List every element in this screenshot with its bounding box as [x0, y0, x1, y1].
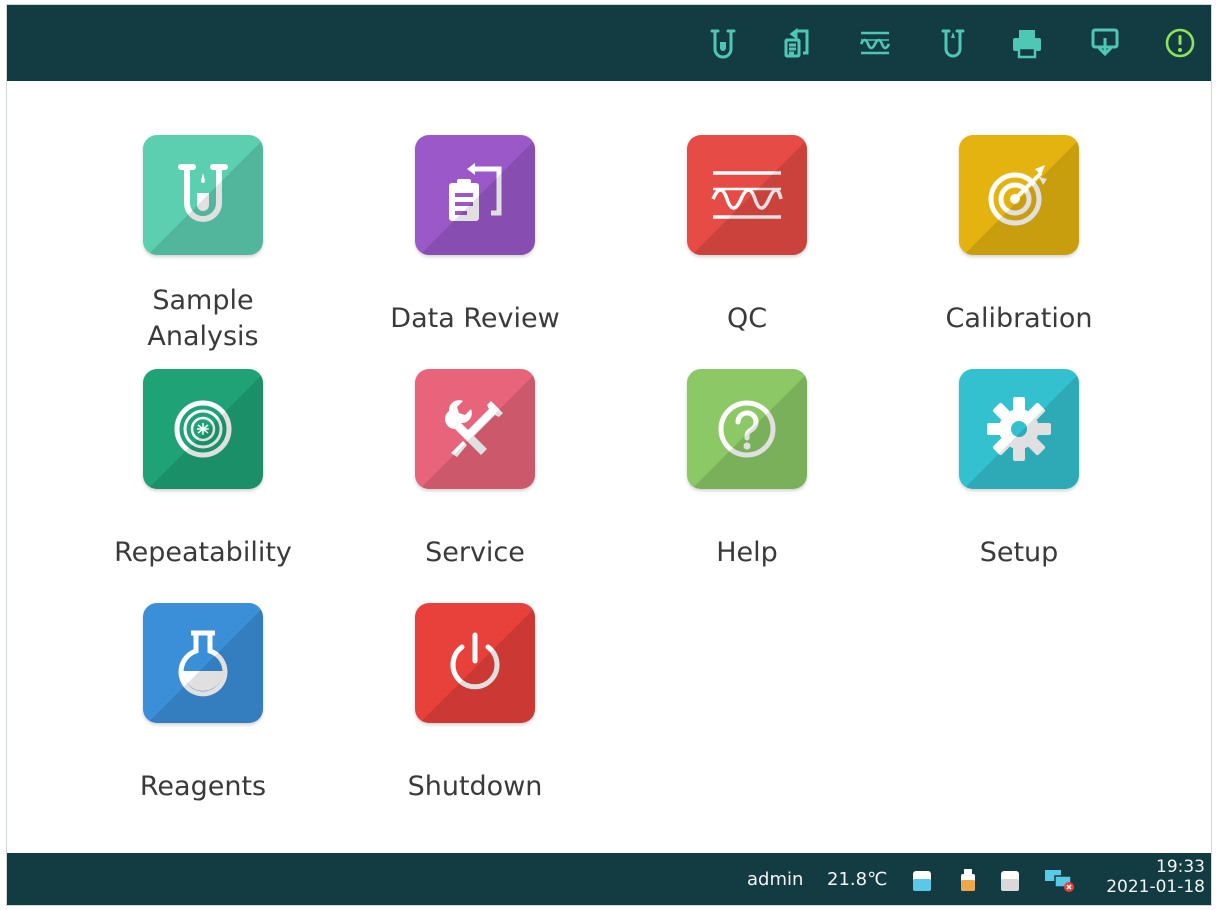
sample-tube-icon[interactable]: [933, 23, 973, 63]
service-app-icon[interactable]: [415, 369, 535, 489]
power-icon: [450, 632, 500, 690]
service-tile[interactable]: Service: [355, 369, 595, 579]
sample-analysis-app-icon[interactable]: [143, 135, 263, 255]
reagent-gray-bottle-icon[interactable]: [997, 867, 1023, 893]
setup-label: Setup: [979, 537, 1059, 568]
reagents-app-icon[interactable]: [143, 603, 263, 723]
question-icon: [718, 400, 776, 458]
target-icon: [988, 165, 1047, 226]
sample-analysis-icon[interactable]: [703, 23, 743, 63]
concentric-rings-icon: [174, 400, 232, 458]
top-toolbar: [7, 5, 1211, 81]
help-label: Help: [716, 537, 778, 568]
main-window: Sample Analysis Data Review QC Calibrati…: [6, 4, 1212, 906]
app-grid: Sample Analysis Data Review QC Calibrati…: [7, 81, 1211, 857]
help-app-icon[interactable]: [687, 369, 807, 489]
sample-analysis-tile[interactable]: Sample Analysis: [83, 135, 323, 352]
qc-app-icon[interactable]: [687, 135, 807, 255]
temperature-readout: 21.8℃: [827, 869, 888, 890]
alert-icon[interactable]: [1160, 23, 1200, 63]
reagents-label: Reagents: [139, 771, 267, 802]
shutdown-app-icon[interactable]: [415, 603, 535, 723]
data-review-icon[interactable]: [776, 23, 816, 63]
user-name: admin: [747, 869, 804, 890]
help-tile[interactable]: Help: [627, 369, 867, 579]
network-icon[interactable]: [1085, 23, 1125, 63]
clipboard-icon: [449, 163, 502, 221]
wrench-screwdriver-icon: [445, 400, 503, 457]
qc-label: QC: [726, 303, 768, 334]
network-disconnected-icon[interactable]: [1043, 867, 1075, 893]
qc-icon[interactable]: [855, 23, 895, 63]
calibration-app-icon[interactable]: [959, 135, 1079, 255]
data-review-app-icon[interactable]: [415, 135, 535, 255]
flask-icon: [178, 630, 228, 697]
reagent-orange-bottle-icon[interactable]: [955, 867, 981, 893]
gear-icon: [987, 397, 1051, 461]
status-bar: admin 21.8℃ 19:33 2021-01-18: [7, 853, 1211, 905]
reagents-tile[interactable]: Reagents: [83, 603, 323, 813]
shutdown-label: Shutdown: [407, 771, 543, 802]
printer-icon[interactable]: [1007, 23, 1047, 63]
data-review-tile[interactable]: Data Review: [355, 135, 595, 345]
setup-app-icon[interactable]: [959, 369, 1079, 489]
test-tube-icon: [178, 164, 228, 222]
data-review-label: Data Review: [390, 303, 560, 334]
repeatability-label: Repeatability: [114, 537, 292, 568]
repeatability-app-icon[interactable]: [143, 369, 263, 489]
clock-date: 2021-01-18: [1106, 877, 1205, 897]
clock-time: 19:33: [1156, 857, 1205, 877]
service-label: Service: [425, 537, 525, 568]
clock: 19:33 2021-01-18: [1106, 857, 1205, 897]
shutdown-tile[interactable]: Shutdown: [355, 603, 595, 813]
sample-analysis-label: Sample Analysis: [147, 285, 259, 352]
calibration-label: Calibration: [945, 303, 1093, 334]
setup-tile[interactable]: Setup: [899, 369, 1139, 579]
calibration-tile[interactable]: Calibration: [899, 135, 1139, 345]
waveform-icon: [711, 171, 783, 219]
qc-tile[interactable]: QC: [627, 135, 867, 345]
reagent-blue-bottle-icon[interactable]: [909, 867, 935, 893]
repeatability-tile[interactable]: Repeatability: [83, 369, 323, 579]
